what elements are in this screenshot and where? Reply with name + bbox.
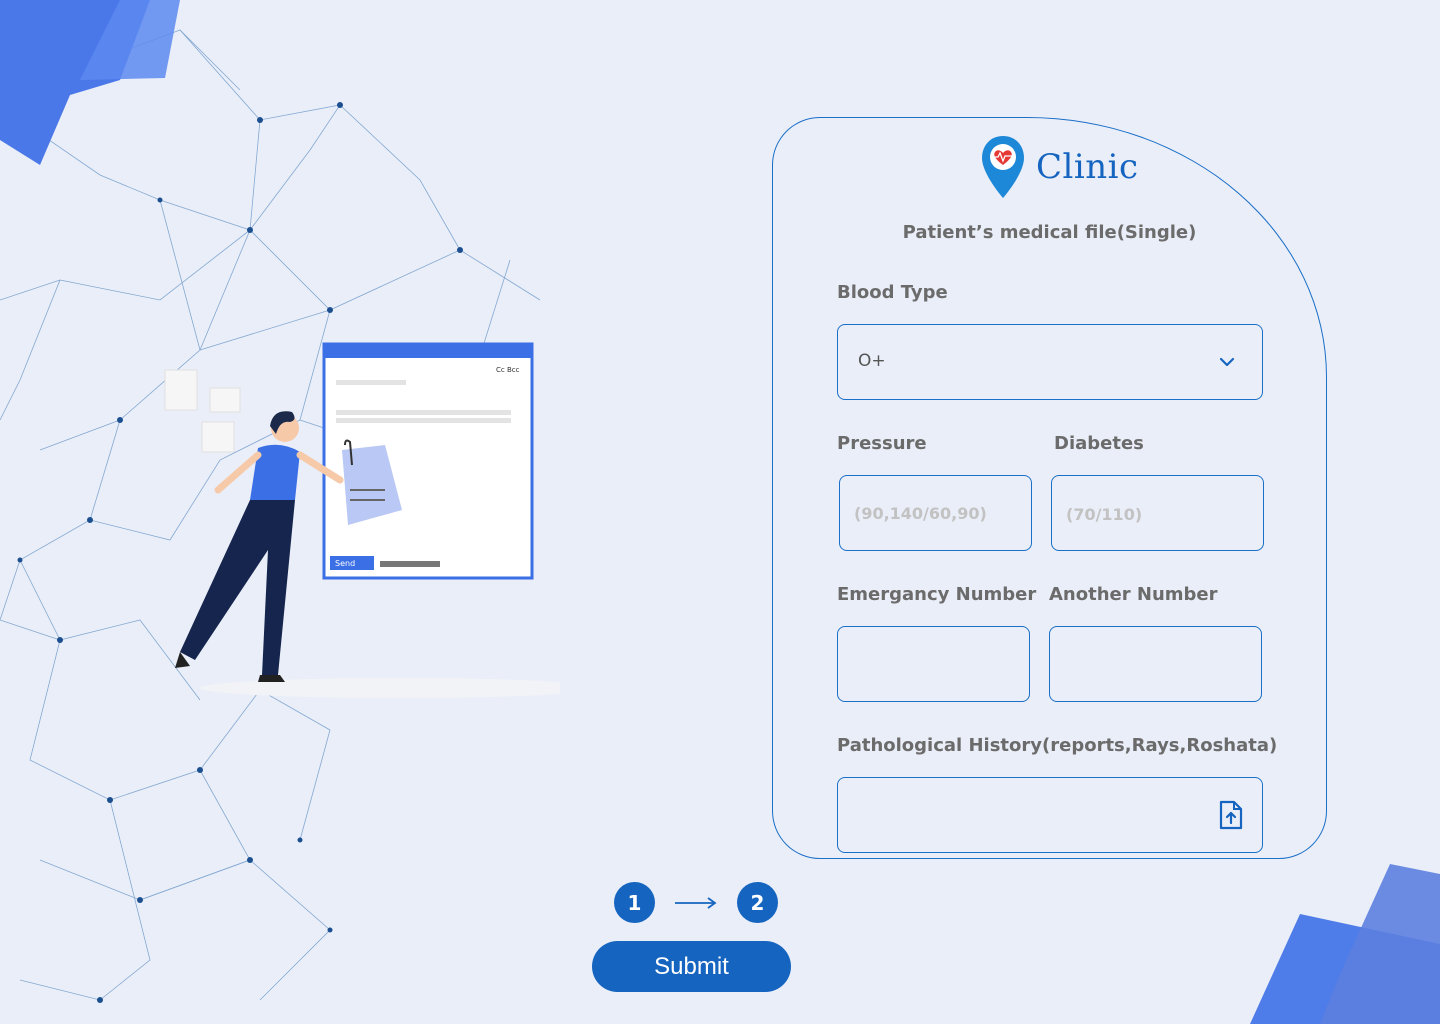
another-number-field-wrapper [1049, 626, 1262, 702]
another-number-label: Another Number [1049, 584, 1218, 605]
emergency-number-field-wrapper [837, 626, 1030, 702]
pressure-label: Pressure [837, 433, 927, 454]
pressure-input[interactable] [840, 476, 1031, 550]
blood-type-select[interactable]: O+ [837, 324, 1263, 400]
step-2[interactable]: 2 [737, 882, 778, 923]
pressure-field-wrapper [839, 475, 1032, 551]
submit-button[interactable]: Submit [592, 941, 791, 992]
clinic-logo: Clinic [980, 134, 1139, 200]
blood-type-value: O+ [858, 351, 886, 371]
diabetes-label: Diabetes [1054, 433, 1144, 454]
cc-bcc-text: Cc Bcc [496, 366, 520, 374]
form-subtitle: Patient’s medical file(Single) [902, 222, 1197, 243]
send-text: Send [335, 559, 355, 568]
emergency-number-input[interactable] [838, 627, 1029, 701]
emergency-number-label: Emergancy Number [837, 584, 1037, 605]
brand-name: Clinic [1036, 147, 1139, 187]
pathological-history-upload[interactable] [837, 777, 1263, 853]
chevron-down-icon [1219, 357, 1235, 367]
corner-decoration-bottom-right [1250, 864, 1440, 1024]
woman-email-illustration: Cc Bcc Send [164, 342, 560, 698]
diabetes-field-wrapper [1051, 475, 1264, 551]
location-heart-icon [982, 136, 1024, 198]
pathological-history-label: Pathological History(reports,Rays,Roshat… [837, 735, 1278, 756]
step-indicator: 1 2 [614, 882, 778, 923]
arrow-right-icon [675, 896, 717, 909]
step-1[interactable]: 1 [614, 882, 655, 923]
corner-decoration-top-left [0, 0, 180, 165]
diabetes-input[interactable] [1052, 476, 1263, 550]
another-number-input[interactable] [1050, 627, 1261, 701]
blood-type-label: Blood Type [837, 282, 948, 303]
upload-file-icon[interactable] [1218, 800, 1244, 830]
